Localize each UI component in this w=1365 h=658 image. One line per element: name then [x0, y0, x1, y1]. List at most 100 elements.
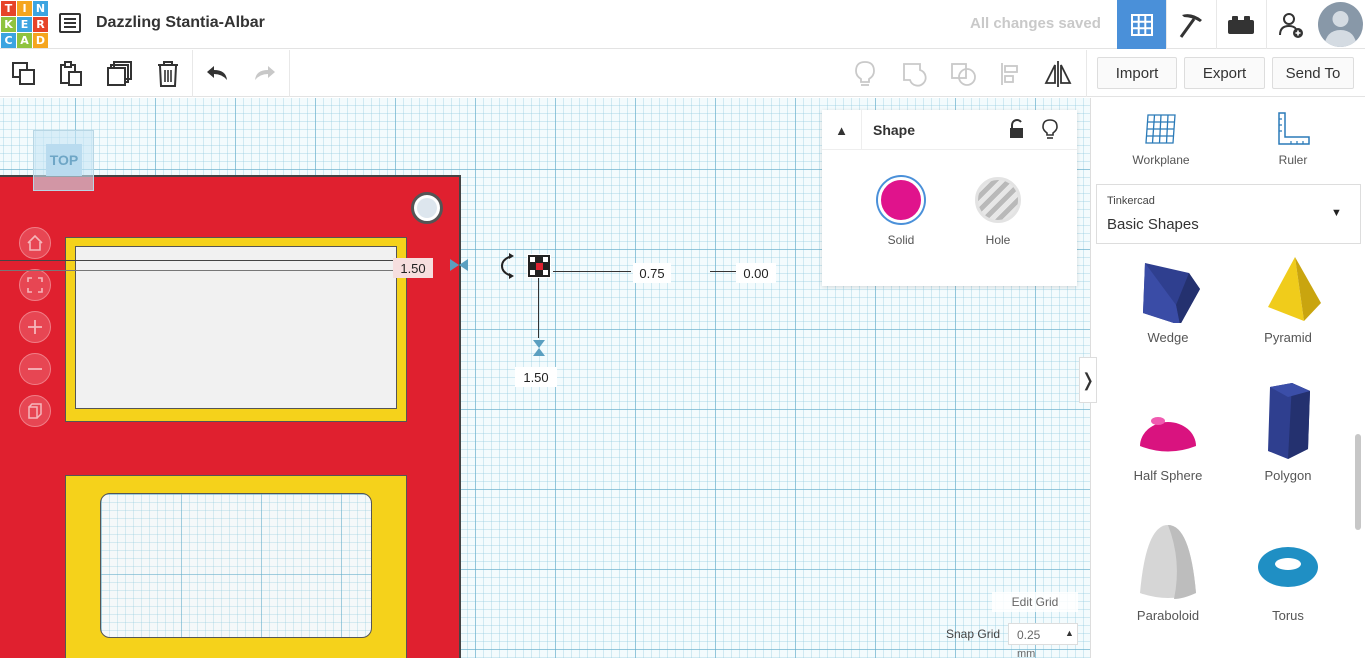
dimension-label-left[interactable]: 1.50: [393, 258, 433, 278]
group-icon: [903, 63, 927, 87]
undo-icon: [207, 66, 227, 80]
fit-view-button[interactable]: [19, 269, 51, 301]
trash-icon: [158, 61, 178, 87]
shape-item-wedge[interactable]: Wedge: [1113, 253, 1223, 353]
collapse-inspector-button[interactable]: ▲: [822, 110, 862, 150]
workplane-icon: [1145, 114, 1176, 144]
dimension-label-y[interactable]: 1.50: [515, 367, 557, 387]
group-button[interactable]: [899, 58, 931, 90]
workplane-tool[interactable]: Workplane: [1116, 108, 1206, 178]
mirror-icon: [1044, 61, 1072, 87]
redo-icon: [255, 66, 275, 80]
home-view-button[interactable]: [19, 227, 51, 259]
tinkercad-logo[interactable]: T I N K E R C A D: [0, 0, 48, 48]
align-icon: [1001, 63, 1018, 85]
lightbulb-icon: [1042, 119, 1058, 139]
yellow-frame-bottom[interactable]: [65, 475, 407, 658]
shape-label: Half Sphere: [1133, 468, 1203, 483]
shape-library-select[interactable]: Tinkercad Basic Shapes ▼: [1096, 184, 1361, 244]
red-box-shape[interactable]: [0, 175, 461, 658]
polygon-icon: [1268, 383, 1310, 459]
selection-handle[interactable]: [527, 254, 551, 278]
solid-color-swatch[interactable]: [878, 177, 924, 223]
caret-down-icon: ▼: [1331, 207, 1342, 219]
bricks-button[interactable]: [1216, 0, 1265, 49]
delete-button[interactable]: [152, 58, 184, 90]
ruler-icon: [1278, 112, 1310, 145]
logo-letter: E: [17, 17, 32, 32]
copy-button[interactable]: [8, 58, 40, 90]
pyramid-icon: [1268, 257, 1321, 321]
plus-icon: [28, 320, 42, 334]
dimension-line: [710, 271, 736, 272]
dimension-line: [538, 278, 539, 338]
hole-swatch[interactable]: [975, 177, 1021, 223]
guide-line: [0, 270, 396, 271]
import-button[interactable]: Import: [1097, 57, 1177, 89]
hole-label: Hole: [985, 233, 1011, 247]
inspector-title: Shape: [873, 122, 916, 138]
add-user-button[interactable]: [1266, 0, 1315, 49]
ruler-tool[interactable]: Ruler: [1248, 108, 1338, 178]
zoom-in-button[interactable]: [19, 311, 51, 343]
undo-button[interactable]: [201, 58, 233, 90]
send-to-button[interactable]: Send To: [1272, 57, 1354, 89]
copy-icon: [12, 62, 35, 85]
shape-item-polygon[interactable]: Polygon: [1233, 381, 1343, 491]
shape-item-pyramid[interactable]: Pyramid: [1233, 253, 1343, 353]
shape-item-paraboloid[interactable]: Paraboloid: [1113, 521, 1223, 631]
save-status: All changes saved: [970, 15, 1101, 32]
zoom-out-button[interactable]: [19, 353, 51, 385]
workplane-label: Workplane: [1132, 153, 1190, 167]
duplicate-button[interactable]: [104, 58, 136, 90]
cutout-bottom: [100, 493, 372, 638]
paraboloid-icon: [1140, 525, 1196, 599]
paste-button[interactable]: [55, 58, 87, 90]
hole-cylinder-shape[interactable]: [411, 192, 443, 224]
avatar[interactable]: [1318, 2, 1363, 47]
lightbulb-icon: [855, 61, 875, 86]
yellow-frame-top[interactable]: [65, 237, 407, 422]
rotate-handle[interactable]: [498, 253, 518, 279]
view-cube-top-face[interactable]: TOP: [46, 144, 82, 176]
lock-button[interactable]: [1008, 119, 1028, 139]
mirror-button[interactable]: [1042, 58, 1074, 90]
dimension-handle[interactable]: [448, 258, 470, 272]
snap-grid-label: Snap Grid: [946, 627, 1001, 641]
dimension-handle[interactable]: [532, 338, 546, 358]
fit-icon: [27, 277, 43, 293]
snap-grid-select[interactable]: 0.25 ▲: [1008, 623, 1078, 645]
shape-item-torus[interactable]: Torus: [1233, 531, 1343, 631]
toolbar: Import Export Send To: [0, 50, 1365, 97]
redo-button[interactable]: [249, 58, 281, 90]
home-icon: [27, 234, 43, 251]
duplicate-icon: [107, 61, 132, 86]
rotate-icon: [500, 253, 514, 279]
shape-label: Pyramid: [1264, 330, 1312, 345]
design-list-icon[interactable]: [59, 13, 81, 33]
perspective-button[interactable]: [19, 395, 51, 427]
collapse-panel-button[interactable]: ❭: [1079, 357, 1097, 403]
grid-view-icon: [1130, 13, 1153, 36]
view-cube[interactable]: TOP: [33, 130, 94, 191]
align-button[interactable]: [995, 58, 1027, 90]
dimension-label-z[interactable]: 0.00: [736, 263, 776, 283]
snap-grid-unit: mm: [1017, 648, 1036, 658]
show-all-button[interactable]: [849, 58, 881, 90]
logo-letter: N: [33, 1, 48, 16]
ungroup-button[interactable]: [947, 58, 979, 90]
design-title[interactable]: Dazzling Stantia-Albar: [96, 14, 265, 32]
ruler-label: Ruler: [1278, 153, 1308, 167]
build-button[interactable]: [1166, 0, 1215, 49]
export-button[interactable]: Export: [1184, 57, 1265, 89]
scrollbar-thumb[interactable]: [1355, 434, 1361, 530]
shape-item-half-sphere[interactable]: Half Sphere: [1113, 391, 1223, 491]
visibility-button[interactable]: [1042, 118, 1060, 140]
pickaxe-icon: [1179, 13, 1202, 38]
edit-grid-button[interactable]: Edit Grid: [992, 592, 1078, 612]
dimension-label-x[interactable]: 0.75: [633, 263, 671, 283]
dimension-line: [553, 271, 631, 272]
grid-view-button[interactable]: [1117, 0, 1166, 49]
inspector-header: ▲ Shape: [822, 110, 1077, 150]
top-bar: T I N K E R C A D Dazzling Stantia-Albar…: [0, 0, 1365, 49]
